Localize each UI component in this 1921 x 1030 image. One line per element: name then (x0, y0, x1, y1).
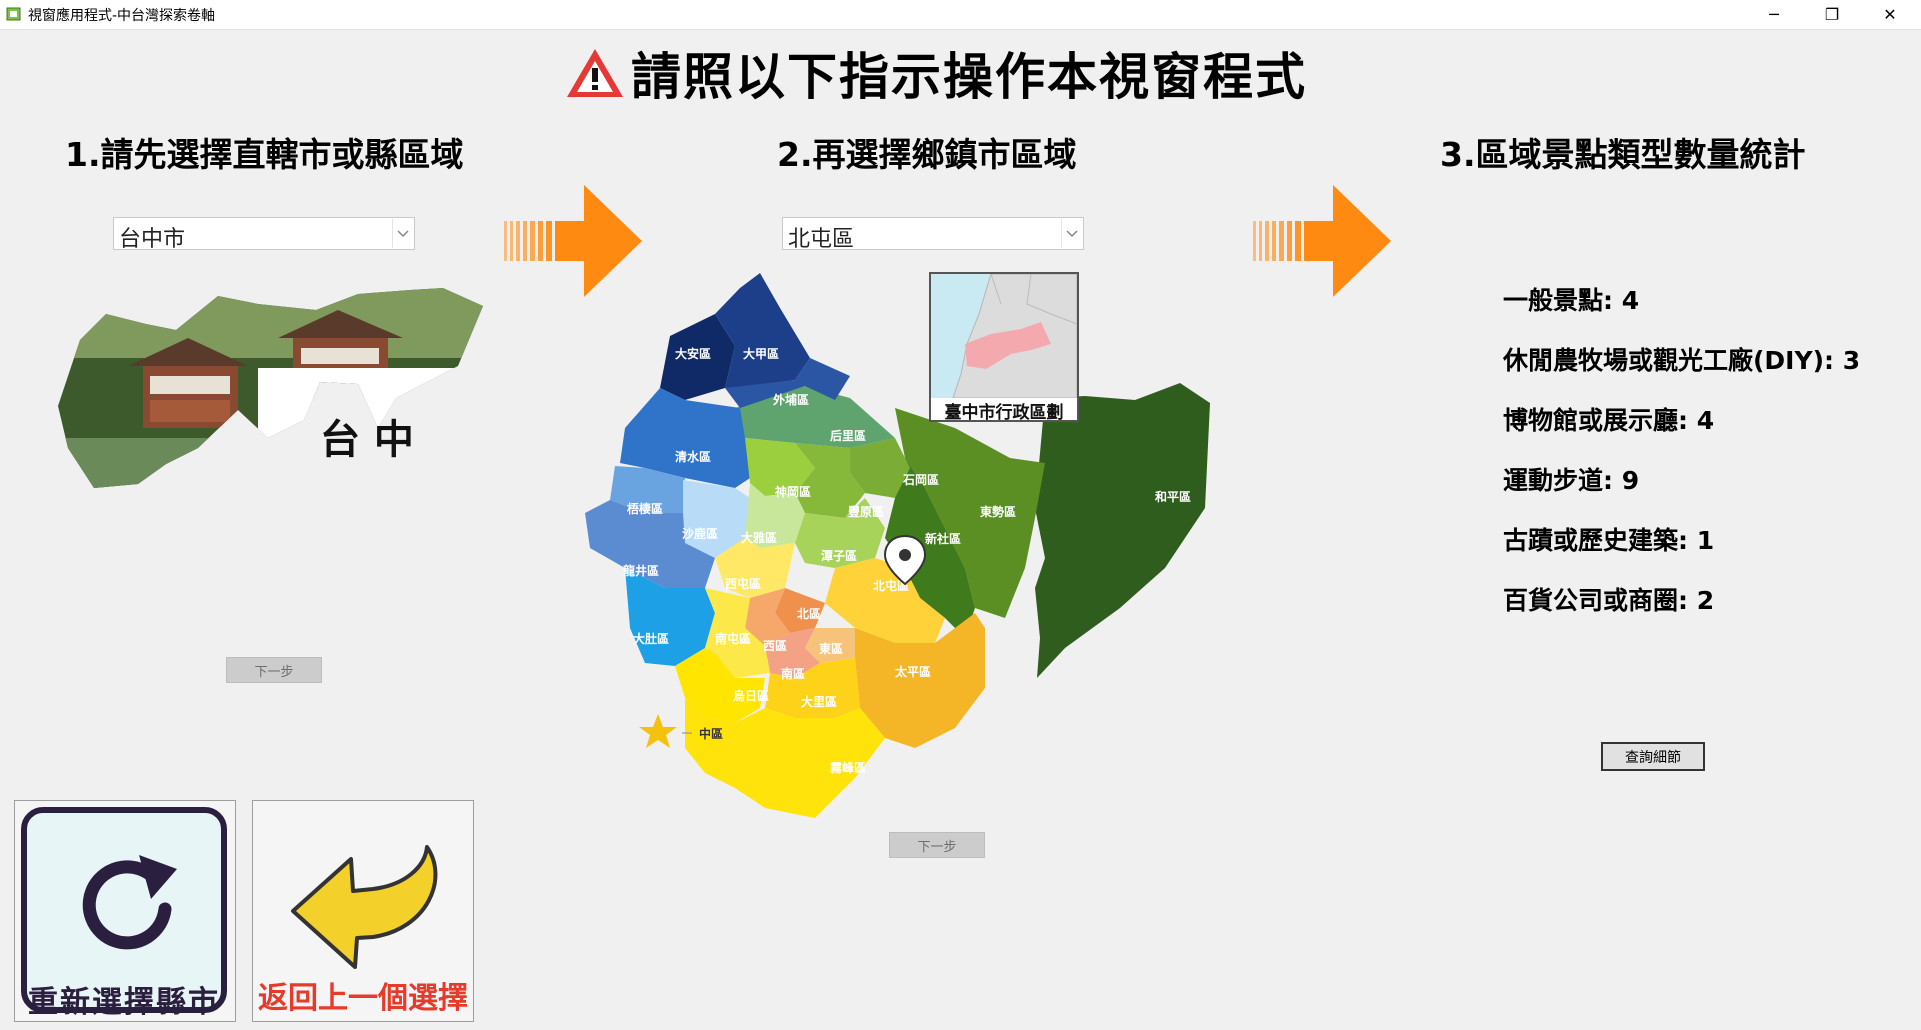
district-label: 西區 (763, 639, 787, 653)
city-select[interactable]: 台中市 (113, 217, 415, 252)
district-label: 石岡區 (902, 473, 939, 487)
query-details-button[interactable]: 查詢細節 (1601, 742, 1705, 771)
reset-city-button-face: 重新選擇縣市 (21, 807, 227, 1020)
stat-trails: 運動步道: 9 (1503, 466, 1640, 495)
stat-general-attractions: 一般景點: 4 (1503, 286, 1640, 315)
legend-label: 中區 (699, 726, 723, 741)
city-select-dropdown[interactable] (392, 219, 413, 248)
app-icon (6, 7, 21, 21)
window-title: 視窗應用程式-中台灣探索卷軸 (28, 8, 216, 24)
district-label: 南區 (781, 666, 805, 681)
district-heping (1035, 383, 1210, 678)
district-label: 大肚區 (633, 631, 669, 646)
city-select-value: 台中市 (119, 227, 186, 252)
chevron-down-icon (1066, 230, 1078, 238)
close-button[interactable]: ✕ (1861, 0, 1919, 29)
district-label: 清水區 (675, 449, 711, 464)
stat-museums: 博物館或展示廳: 4 (1503, 406, 1715, 435)
district-label: 大甲區 (743, 346, 779, 361)
district-label: 和平區 (1154, 489, 1191, 504)
stat-historic-sites: 古蹟或歷史建築: 1 (1503, 526, 1715, 555)
district-label: 霧峰區 (830, 760, 866, 775)
district-label: 外埔區 (773, 392, 809, 407)
step2-title: 2.再選擇鄉鎮市區域 (777, 135, 1077, 174)
headline: 請照以下指示操作本視窗程式 (565, 40, 1307, 106)
refresh-icon (82, 855, 177, 950)
district-label: 南屯區 (715, 631, 751, 646)
district-label: 神岡區 (775, 484, 811, 499)
district-label: 大雅區 (741, 530, 777, 545)
district-label: 龍井區 (623, 563, 659, 578)
district-label: 大里區 (801, 694, 837, 709)
title-bar: 視窗應用程式-中台灣探索卷軸 ─ ❐ ✕ (0, 0, 1921, 30)
district-label: 豐原區 (848, 504, 884, 519)
district-label: 烏日區 (733, 688, 769, 703)
warning-icon (567, 49, 623, 97)
stat-leisure-farms: 休閒農牧場或觀光工廠(DIY): 3 (1503, 346, 1861, 375)
district-label: 大安區 (675, 346, 711, 361)
district-label: 東勢區 (980, 504, 1016, 519)
city-photo: 台 中 (58, 288, 483, 490)
district-label: 后里區 (830, 428, 866, 443)
star-icon (639, 714, 677, 748)
district-label: 潭子區 (821, 548, 857, 563)
inset-map-caption: 臺中市行政區劃 (944, 403, 1064, 423)
restore-icon: ❐ (1824, 5, 1840, 24)
reset-city-button[interactable]: 重新選擇縣市 (14, 800, 236, 1022)
district-select-dropdown[interactable] (1061, 219, 1082, 248)
step3-title: 3.區域景點類型數量統計 (1440, 135, 1806, 174)
back-button[interactable]: 返回上一個選擇 (252, 800, 474, 1022)
district-select-value: 北屯區 (788, 227, 855, 252)
reset-city-label: 重新選擇縣市 (28, 985, 220, 1020)
chevron-down-icon (397, 230, 409, 238)
city-caption: 台 中 (320, 416, 414, 463)
district-label: 梧棲區 (627, 501, 663, 516)
next-button-step2[interactable]: 下一步 (889, 832, 985, 858)
back-label: 返回上一個選擇 (258, 981, 468, 1016)
headline-text: 請照以下指示操作本視窗程式 (631, 48, 1307, 106)
district-dajia (715, 273, 810, 388)
close-icon: ✕ (1883, 5, 1897, 24)
stat-department-stores: 百貨公司或商圈: 2 (1503, 586, 1715, 615)
next-button-step1[interactable]: 下一步 (226, 657, 322, 683)
district-label: 西屯區 (725, 576, 761, 591)
minimize-button[interactable]: ─ (1745, 0, 1803, 29)
district-label: 沙鹿區 (682, 526, 718, 541)
back-arrow-icon (291, 845, 438, 969)
restore-button[interactable]: ❐ (1803, 0, 1861, 29)
minimize-icon: ─ (1769, 5, 1779, 24)
district-label: 太平區 (895, 664, 931, 679)
step1-title: 1.請先選擇直轄市或縣區域 (65, 135, 464, 174)
district-label: 東區 (819, 641, 843, 656)
district-label: 新社區 (925, 531, 961, 546)
district-label: 北區 (797, 606, 821, 621)
district-select[interactable]: 北屯區 (782, 217, 1084, 252)
inset-map: 臺中市行政區劃 (929, 272, 1079, 423)
